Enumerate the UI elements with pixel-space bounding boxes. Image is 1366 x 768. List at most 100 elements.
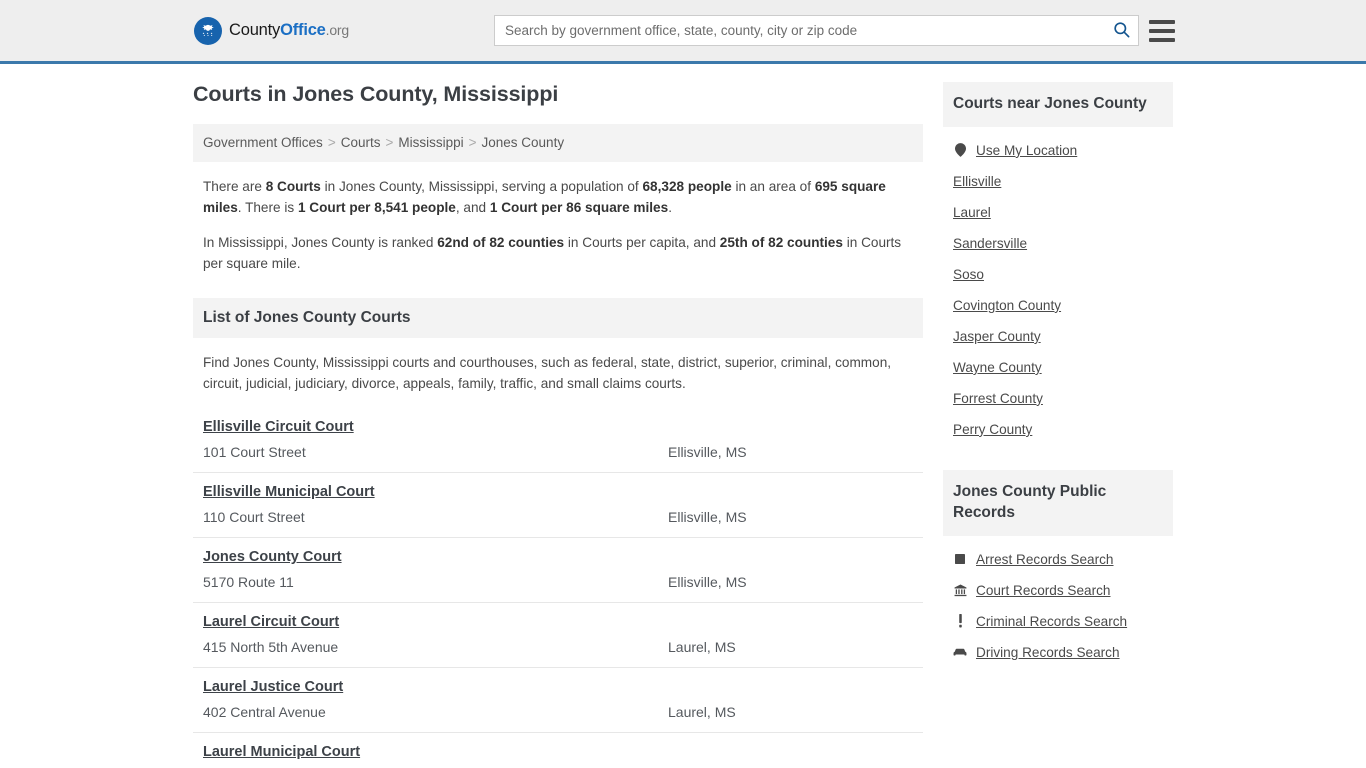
sidebar-item-laurel[interactable]: Laurel <box>943 197 1173 228</box>
sidebar-link[interactable]: Laurel <box>953 205 991 220</box>
intro-text: There are <box>203 178 266 194</box>
court-name-link[interactable]: Jones County Court <box>203 549 342 565</box>
hamburger-menu-icon[interactable] <box>1149 19 1175 42</box>
sidebar-item-use-my-location[interactable]: Use My Location <box>943 135 1173 166</box>
list-section-header: List of Jones County Courts <box>193 297 923 338</box>
court-address: 110 Court Street <box>203 508 305 525</box>
sidebar-link[interactable]: Court Records Search <box>976 583 1110 598</box>
table-row: Laurel Justice Court 402 Central Avenue … <box>193 668 923 733</box>
court-list: Ellisville Circuit Court 101 Court Stree… <box>193 408 923 768</box>
intro-text: in Jones County, Mississippi, serving a … <box>320 178 643 194</box>
sidebar-item-criminal-records-search[interactable]: Criminal Records Search <box>943 606 1173 637</box>
breadcrumb: Government Offices > Courts > Mississippi > Jo… <box>193 124 923 162</box>
court-row-details: 415 North 5th Avenue Laurel, MS <box>203 639 913 655</box>
menu-bar-2 <box>1149 28 1175 33</box>
sidebar-link[interactable]: Ellisville <box>953 174 1001 189</box>
exclamation-icon <box>953 614 967 628</box>
breadcrumb-item-mississippi[interactable]: Mississippi <box>398 135 463 150</box>
sidebar-item-driving-records-search[interactable]: Driving Records Search <box>943 637 1173 668</box>
sidebar-link[interactable]: Forrest County <box>953 391 1043 406</box>
stat-per-area: 1 Court per 86 square miles <box>489 199 669 215</box>
search-input[interactable] <box>495 16 1104 45</box>
page-body: Courts in Jones County, Mississippi Gove… <box>0 64 1366 768</box>
breadcrumb-item-jones-county: Jones County <box>481 135 565 150</box>
sidebar-item-soso[interactable]: Soso <box>943 259 1173 290</box>
court-address: 5170 Route 11 <box>203 573 294 590</box>
court-address: 402 Central Avenue <box>203 703 326 720</box>
eagle-seal-icon <box>194 16 222 45</box>
sidebar-item-perry-county[interactable]: Perry County <box>943 414 1173 445</box>
sidebar-link[interactable]: Driving Records Search <box>976 645 1120 660</box>
sidebar-public-records-block: Jones County Public Records Arrest Recor… <box>943 469 1173 672</box>
brand-part-org: .org <box>325 22 350 38</box>
stat-population: 68,328 people <box>642 178 732 194</box>
intro-text: . There is <box>237 199 298 215</box>
search-bar <box>494 15 1139 46</box>
sidebar-link[interactable]: Sandersville <box>953 236 1027 251</box>
sidebar-item-arrest-records-search[interactable]: Arrest Records Search <box>943 544 1173 575</box>
sidebar-link[interactable]: Use My Location <box>976 143 1077 158</box>
intro-text: In Mississippi, Jones County is ranked <box>203 234 438 250</box>
brand-text: CountyOffice.org <box>229 21 349 40</box>
sidebar-item-covington-county[interactable]: Covington County <box>943 290 1173 321</box>
brand-part-county: County <box>229 21 281 39</box>
main-column: Courts in Jones County, Mississippi Gove… <box>193 82 923 768</box>
stat-per-capita: 1 Court per 8,541 people <box>297 199 456 215</box>
fingerprint-icon <box>953 553 967 565</box>
court-row-details: 110 Court Street Ellisville, MS <box>203 509 913 525</box>
breadcrumb-item-courts[interactable]: Courts <box>341 135 381 150</box>
sidebar-item-jasper-county[interactable]: Jasper County <box>943 321 1173 352</box>
intro-text: in Courts per capita, and <box>564 234 720 250</box>
intro-text: , and <box>455 199 490 215</box>
breadcrumb-item-government-offices[interactable]: Government Offices <box>203 135 323 150</box>
court-name-link[interactable]: Ellisville Circuit Court <box>203 419 354 435</box>
search-icon <box>1112 20 1131 42</box>
sidebar-public-records-header: Jones County Public Records <box>943 469 1173 536</box>
menu-bar-1 <box>1149 19 1175 24</box>
court-city: Ellisville, MS <box>668 443 747 460</box>
intro-paragraph-1: There are 8 Courts in Jones County, Miss… <box>203 176 913 218</box>
sidebar-item-court-records-search[interactable]: Court Records Search <box>943 575 1173 606</box>
sidebar: Courts near Jones County Use My Location… <box>943 82 1173 768</box>
court-name-link[interactable]: Ellisville Municipal Court <box>203 484 375 500</box>
court-name-link[interactable]: Laurel Municipal Court <box>203 744 360 760</box>
site-logo[interactable]: CountyOffice.org <box>194 16 349 45</box>
court-address: 101 Court Street <box>203 443 306 460</box>
intro-paragraph-2: In Mississippi, Jones County is ranked 6… <box>203 232 913 274</box>
court-row-details: 402 Central Avenue Laurel, MS <box>203 704 913 720</box>
stat-rank-per-capita: 62nd of 82 counties <box>437 234 565 250</box>
brand-part-office: Office <box>280 21 326 39</box>
sidebar-link[interactable]: Criminal Records Search <box>976 614 1127 629</box>
sidebar-link[interactable]: Perry County <box>953 422 1032 437</box>
list-section-description: Find Jones County, Mississippi courts an… <box>203 354 892 391</box>
sidebar-item-ellisville[interactable]: Ellisville <box>943 166 1173 197</box>
sidebar-item-forrest-county[interactable]: Forrest County <box>943 383 1173 414</box>
content-container: Courts in Jones County, Mississippi Gove… <box>193 82 1173 768</box>
sidebar-link[interactable]: Soso <box>953 267 984 282</box>
sidebar-link[interactable]: Wayne County <box>953 360 1042 375</box>
court-row-details: 5170 Route 11 Ellisville, MS <box>203 574 913 590</box>
site-header: CountyOffice.org <box>0 0 1366 64</box>
court-city: Laurel, MS <box>668 703 736 720</box>
stat-court-count: 8 Courts <box>265 178 321 194</box>
court-name-link[interactable]: Laurel Circuit Court <box>203 614 339 630</box>
table-row: Ellisville Municipal Court 110 Court Str… <box>193 473 923 538</box>
map-pin-icon <box>953 143 967 158</box>
court-address: 415 North 5th Avenue <box>203 638 339 655</box>
sidebar-link[interactable]: Covington County <box>953 298 1061 313</box>
sidebar-link[interactable]: Jasper County <box>953 329 1041 344</box>
sidebar-link[interactable]: Arrest Records Search <box>976 552 1114 567</box>
table-row: Jones County Court 5170 Route 11 Ellisvi… <box>193 538 923 603</box>
sidebar-item-sandersville[interactable]: Sandersville <box>943 228 1173 259</box>
court-row-details: 101 Court Street Ellisville, MS <box>203 444 913 460</box>
search-button[interactable] <box>1104 16 1138 45</box>
intro-text: . <box>668 199 672 215</box>
car-icon <box>953 647 967 658</box>
court-city: Ellisville, MS <box>668 508 747 525</box>
sidebar-public-records-list: Arrest Records Search Court Records Sear… <box>943 536 1173 672</box>
court-city: Ellisville, MS <box>668 573 747 590</box>
court-name-link[interactable]: Laurel Justice Court <box>203 679 343 695</box>
menu-bar-3 <box>1149 37 1175 42</box>
sidebar-nearby-list: Use My Location Ellisville Laurel Sander… <box>943 127 1173 449</box>
sidebar-item-wayne-county[interactable]: Wayne County <box>943 352 1173 383</box>
